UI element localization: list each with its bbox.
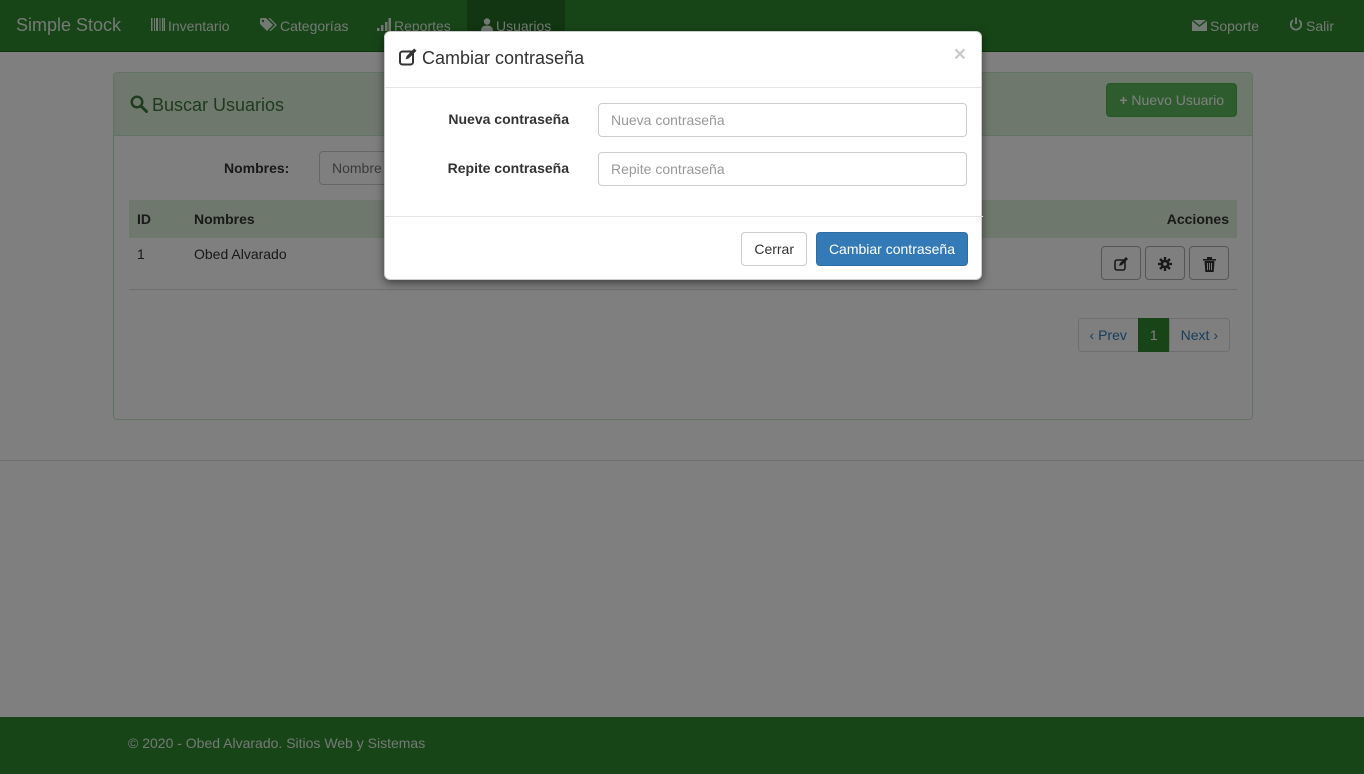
close-button[interactable]: Cerrar [741, 232, 807, 266]
change-password-modal: Cambiar contraseña × Nueva contraseña Re… [384, 31, 983, 281]
modal-title-text: Cambiar contraseña [422, 48, 585, 68]
new-password-label: Nueva contraseña [448, 111, 569, 127]
change-password-submit-button[interactable]: Cambiar contraseña [815, 232, 968, 266]
modal-title: Cambiar contraseña [399, 48, 584, 71]
repeat-password-row: Repite contraseña [385, 152, 983, 186]
close-icon[interactable]: × [954, 44, 966, 65]
new-password-field[interactable] [598, 103, 967, 137]
repeat-password-label: Repite contraseña [447, 160, 569, 176]
repeat-password-field[interactable] [598, 152, 967, 186]
new-password-row: Nueva contraseña [385, 103, 983, 137]
edit-icon [399, 48, 417, 71]
modal-footer: Cerrar Cambiar contraseña [385, 216, 983, 281]
modal-header: Cambiar contraseña × [385, 32, 981, 88]
